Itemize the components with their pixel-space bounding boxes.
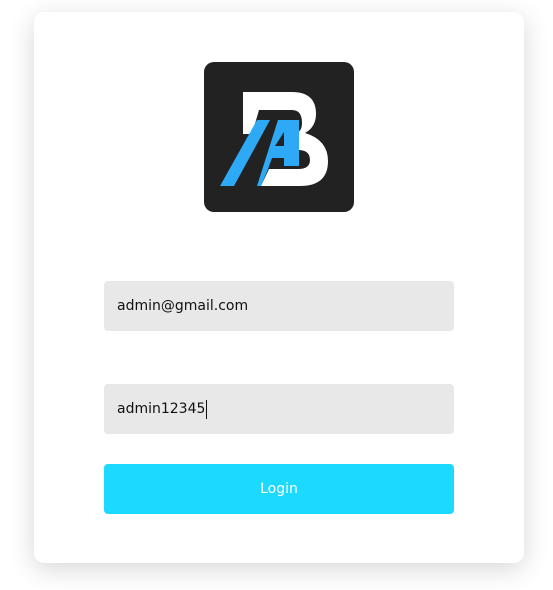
login-card: admin@gmail.com admin12345 Login xyxy=(34,12,524,563)
password-field[interactable]: admin12345 xyxy=(104,384,454,434)
email-field[interactable]: admin@gmail.com xyxy=(104,281,454,331)
ab-logo-icon xyxy=(204,62,354,212)
password-value: admin12345 xyxy=(117,401,206,417)
email-value: admin@gmail.com xyxy=(117,298,249,314)
text-caret xyxy=(206,399,208,419)
login-button[interactable]: Login xyxy=(104,464,454,514)
